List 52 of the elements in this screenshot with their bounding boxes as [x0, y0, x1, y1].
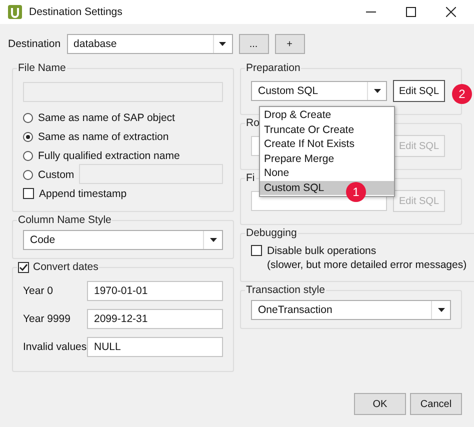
dropdown-option[interactable]: Truncate Or Create [260, 122, 394, 137]
checkbox[interactable] [251, 245, 262, 256]
dialog-button[interactable]: Cancel [410, 393, 462, 415]
field-label: Invalid values [23, 341, 87, 353]
radio-label[interactable]: Same as name of extraction [38, 130, 169, 142]
field-label: Year 0 [23, 285, 54, 297]
checkbox-label[interactable]: Disable bulk operations [267, 245, 467, 257]
column-style-dropdown[interactable]: Code [23, 230, 223, 250]
checkbox-label[interactable]: Convert dates [33, 261, 98, 273]
edit-sql-button[interactable]: Edit SQL [393, 80, 445, 102]
radio-label[interactable]: Fully qualified extraction name [38, 150, 180, 162]
group-title: Column Name Style [17, 214, 112, 226]
dialog-button[interactable]: OK [354, 393, 406, 415]
step-badge: 2 [452, 84, 472, 104]
group-title: Debugging [245, 227, 298, 239]
group-title: Preparation [245, 62, 302, 74]
radio-label[interactable]: Same as name of SAP object [38, 112, 175, 124]
dropdown-option[interactable]: Drop & Create [260, 108, 394, 122]
destination-label: Destination [8, 38, 61, 50]
checkbox-label[interactable]: Append timestamp [39, 188, 127, 200]
dropdown-option[interactable]: Prepare Merge [260, 152, 394, 166]
group-title: Fi [245, 172, 256, 184]
field-label: Year 9999 [23, 313, 72, 325]
group-title: Ro [245, 117, 260, 129]
input-field[interactable]: NULL [87, 337, 223, 357]
close-icon[interactable] [446, 7, 456, 17]
group-title: File Name [17, 62, 67, 74]
transaction-style-dropdown[interactable]: OneTransaction [251, 300, 451, 320]
app-icon [8, 5, 22, 19]
dropdown-arrow-icon [438, 308, 444, 312]
checkbox[interactable] [18, 262, 29, 272]
destination-button[interactable]: + [274, 34, 305, 54]
radio-label[interactable]: Custom [38, 168, 74, 180]
checkbox[interactable] [23, 188, 34, 199]
dropdown-option[interactable]: None [260, 166, 394, 180]
dropdown-arrow-icon [219, 42, 226, 46]
window-title: Destination Settings [29, 6, 122, 18]
destination-button[interactable]: ... [238, 34, 269, 54]
radio-button[interactable] [23, 132, 33, 142]
destination-dropdown[interactable]: database [66, 34, 233, 54]
group-title: Transaction style [245, 284, 326, 296]
input-field[interactable]: 2099-12-31 [87, 309, 223, 329]
dropdown-arrow-icon [374, 89, 380, 93]
maximize-icon[interactable] [406, 7, 416, 17]
input-field[interactable]: 1970-01-01 [87, 281, 223, 301]
preparation-dropdown[interactable]: Custom SQL [251, 81, 387, 101]
radio-button[interactable] [23, 170, 33, 180]
dropdown-option[interactable]: Create If Not Exists [260, 137, 394, 152]
dropdown-arrow-icon [210, 238, 216, 242]
radio-button[interactable] [23, 112, 33, 122]
checkbox-note: (slower, but more detailed error messages) [267, 259, 467, 271]
radio-button[interactable] [23, 150, 33, 160]
